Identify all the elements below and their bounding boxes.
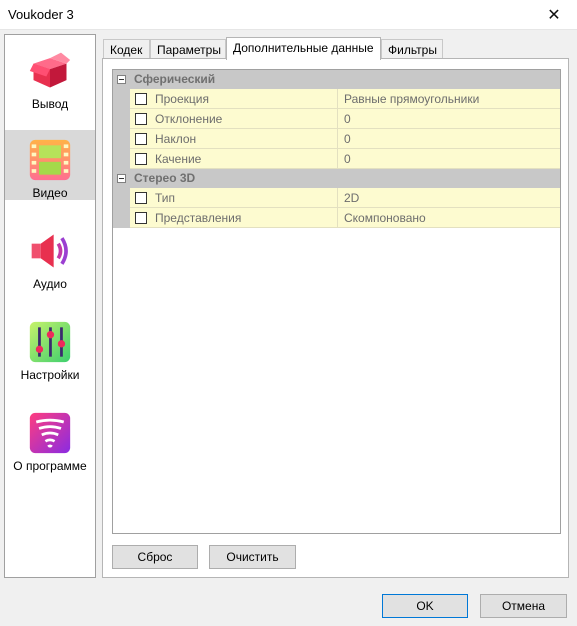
sidebar-item-video[interactable]: Видео: [5, 130, 95, 200]
tab-additional-data[interactable]: Дополнительные данные: [226, 37, 381, 60]
property-value: Равные прямоугольники: [344, 92, 480, 106]
property-name: Отклонение: [155, 112, 223, 126]
property-value-field[interactable]: 2D: [338, 188, 560, 208]
property-grid: Сферический Проекция Равные прямоугольни…: [112, 69, 561, 534]
property-value-field[interactable]: 0: [338, 149, 560, 169]
property-value-field[interactable]: 0: [338, 129, 560, 149]
enable-checkbox[interactable]: [135, 153, 147, 165]
property-row-yaw: Отклонение 0: [113, 109, 560, 129]
sidebar-item-output[interactable]: Вывод: [5, 41, 95, 111]
enable-checkbox[interactable]: [135, 212, 147, 224]
clear-button[interactable]: Очистить: [209, 545, 296, 569]
ok-button[interactable]: OK: [382, 594, 468, 618]
window-title: Voukoder 3: [8, 7, 74, 22]
group-header-stereo-3d: Стерео 3D: [113, 169, 560, 188]
collapse-icon[interactable]: [117, 75, 126, 84]
title-bar: Voukoder 3 ✕: [0, 0, 577, 30]
property-row-type: Тип 2D: [113, 188, 560, 208]
tab-codec[interactable]: Кодек: [103, 39, 150, 59]
sidebar-item-label: Аудио: [33, 277, 67, 291]
tab-parameters[interactable]: Параметры: [150, 39, 226, 59]
group-label: Стерео 3D: [134, 171, 196, 185]
enable-checkbox[interactable]: [135, 133, 147, 145]
audio-speaker-icon: [31, 234, 68, 268]
property-row-roll: Качение 0: [113, 149, 560, 169]
sidebar-item-about[interactable]: О программе: [5, 403, 95, 473]
sidebar-item-label: Видео: [32, 186, 68, 200]
group-header-spherical: Сферический: [113, 70, 560, 89]
property-value-field[interactable]: Скомпоновано: [338, 208, 560, 228]
sidebar: Вывод Видео Аудио Настройки О программе: [4, 34, 96, 578]
about-tornado-icon: [29, 412, 71, 454]
collapse-icon[interactable]: [117, 174, 126, 183]
sidebar-item-audio[interactable]: Аудио: [5, 221, 95, 291]
cancel-button[interactable]: Отмена: [480, 594, 567, 618]
property-value: 0: [344, 152, 351, 166]
property-value-field[interactable]: 0: [338, 109, 560, 129]
sidebar-item-label: Настройки: [20, 368, 80, 382]
settings-sliders-icon: [29, 321, 71, 363]
enable-checkbox[interactable]: [135, 192, 147, 204]
output-box-icon: [29, 52, 71, 88]
property-value: Скомпоновано: [344, 211, 426, 225]
reset-button[interactable]: Сброс: [112, 545, 198, 569]
property-name: Качение: [155, 152, 202, 166]
property-row-views: Представления Скомпоновано: [113, 208, 560, 228]
property-row-pitch: Наклон 0: [113, 129, 560, 149]
tab-filters[interactable]: Фильтры: [381, 39, 443, 59]
property-value: 0: [344, 112, 351, 126]
sidebar-item-label: Вывод: [31, 97, 69, 111]
property-value: 2D: [344, 191, 360, 205]
property-row-projection: Проекция Равные прямоугольники: [113, 89, 560, 109]
video-film-icon: [29, 139, 71, 181]
property-value-field[interactable]: Равные прямоугольники: [338, 89, 560, 109]
enable-checkbox[interactable]: [135, 113, 147, 125]
close-icon: ✕: [547, 7, 561, 24]
sidebar-item-label: О программе: [13, 459, 87, 473]
sidebar-item-settings[interactable]: Настройки: [5, 312, 95, 382]
property-name: Проекция: [155, 92, 209, 106]
property-name: Тип: [155, 191, 176, 205]
property-name: Представления: [155, 211, 242, 225]
property-value: 0: [344, 132, 351, 146]
group-label: Сферический: [134, 72, 216, 86]
property-name: Наклон: [155, 132, 197, 146]
close-button[interactable]: ✕: [531, 0, 577, 30]
enable-checkbox[interactable]: [135, 93, 147, 105]
tab-panel: Сферический Проекция Равные прямоугольни…: [102, 58, 569, 578]
